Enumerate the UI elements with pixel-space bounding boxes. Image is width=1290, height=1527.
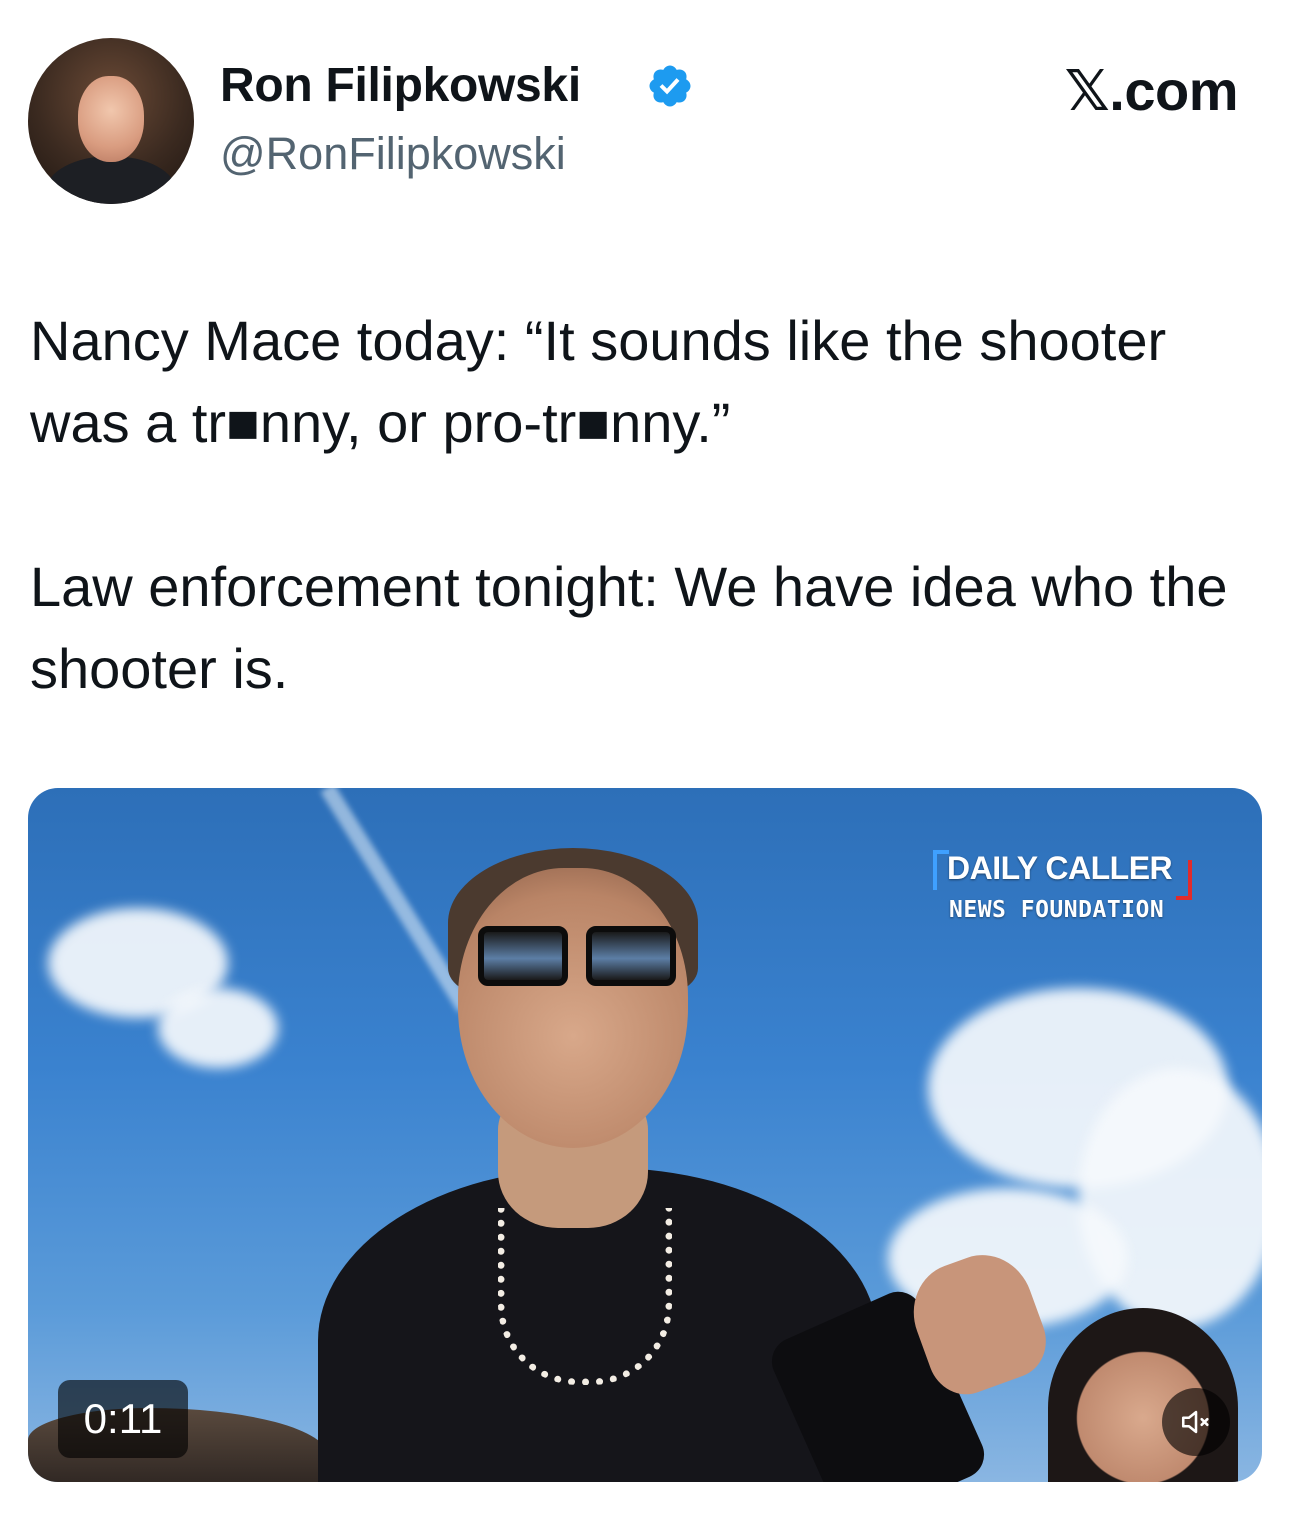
speaker-head xyxy=(458,868,688,1148)
watermark-bracket-left xyxy=(933,850,949,890)
verified-badge-icon xyxy=(649,65,691,107)
author-handle[interactable]: @RonFilipkowski xyxy=(220,128,566,180)
author-avatar[interactable] xyxy=(28,38,194,204)
sunglasses-lens-left xyxy=(478,926,568,986)
watermark-bracket-right xyxy=(1176,860,1193,900)
sky-contrail xyxy=(320,788,472,1013)
sunglasses xyxy=(478,926,678,988)
mute-button[interactable] xyxy=(1162,1388,1230,1456)
tweet-paragraph-1: Nancy Mace today: “It sounds like the sh… xyxy=(30,309,1167,454)
tweet-paragraph-2: Law enforcement tonight: We have idea wh… xyxy=(30,555,1228,700)
video-watermark: DAILY CALLER NEWS FOUNDATION xyxy=(933,850,1193,923)
watermark-line2: NEWS FOUNDATION xyxy=(949,897,1165,923)
tweet-text: Nancy Mace today: “It sounds like the sh… xyxy=(30,300,1230,710)
watermark-line1: DAILY CALLER xyxy=(947,850,1173,886)
brand-label: 𝕏.com xyxy=(1064,59,1239,122)
sunglasses-lens-right xyxy=(586,926,676,986)
pearl-necklace xyxy=(498,1208,672,1385)
speaker-muted-icon xyxy=(1181,1410,1209,1434)
video-player[interactable]: DAILY CALLER NEWS FOUNDATION 0:11 xyxy=(28,788,1262,1482)
author-display-name[interactable]: Ron Filipkowski xyxy=(220,58,581,113)
cloud xyxy=(158,988,278,1068)
avatar-face xyxy=(78,76,144,162)
video-duration-badge: 0:11 xyxy=(58,1380,188,1458)
avatar-shirt xyxy=(46,156,176,204)
